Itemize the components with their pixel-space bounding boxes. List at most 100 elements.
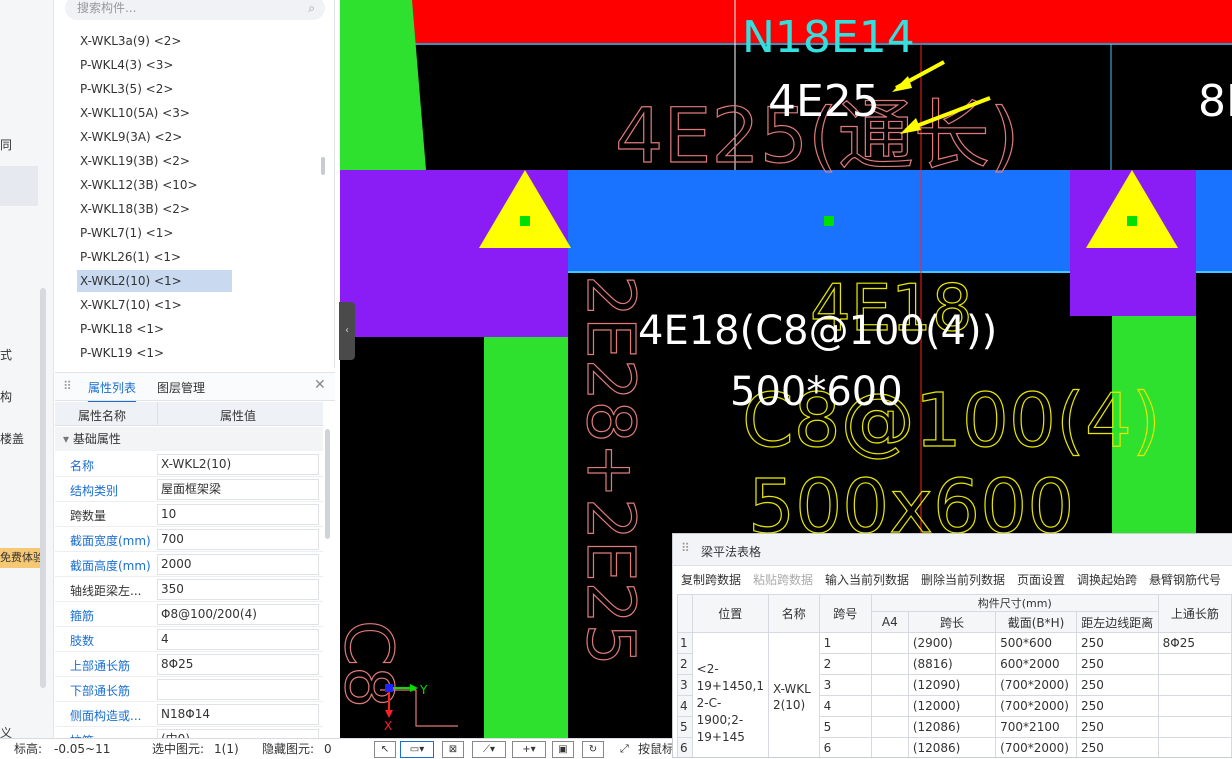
mouse-mode-icon[interactable]: ⤢	[620, 739, 629, 759]
distance-cell[interactable]: 250	[1075, 632, 1159, 654]
section-cell[interactable]: (700*2000)	[995, 674, 1077, 696]
position-cell[interactable]: <2-19+1450,1 2-C-1900;2-19+145	[691, 632, 769, 757]
label-right-rebar[interactable]: 8E	[1198, 76, 1232, 127]
tab-properties[interactable]: 属性列表	[88, 379, 137, 403]
property-value-field[interactable]: 350	[157, 579, 319, 600]
drag-handle-icon[interactable]: ⠿	[681, 541, 690, 555]
collapse-panel-button[interactable]: ‹	[339, 302, 355, 360]
span-no-cell[interactable]: 1	[818, 632, 872, 654]
label-side-rebar[interactable]: N18E14	[742, 12, 915, 63]
search-icon[interactable]: ⌕	[308, 0, 315, 20]
top-bar-cell[interactable]	[1157, 695, 1232, 717]
span-no-cell[interactable]: 3	[818, 674, 872, 696]
component-list-item[interactable]: P-WKL7(1) <1>	[77, 222, 232, 244]
left-nav-selected-item[interactable]	[0, 166, 38, 206]
layer-tool-icon[interactable]: ▣	[552, 741, 574, 758]
top-bar-cell[interactable]: 8Φ25	[1157, 632, 1232, 654]
component-list-item[interactable]: P-WKL18 <1>	[77, 318, 232, 340]
component-list-item[interactable]: X-WKL2(10) <1>	[77, 270, 232, 292]
component-list-item[interactable]: P-WKL4(3) <3>	[77, 54, 232, 76]
distance-cell[interactable]: 250	[1075, 716, 1159, 738]
section-cell[interactable]: (700*2000)	[995, 695, 1077, 717]
component-list-item[interactable]: X-WKL18(3B) <2>	[77, 198, 232, 220]
grip-point[interactable]	[824, 216, 834, 226]
copy-span-button[interactable]: 复制跨数据	[681, 571, 741, 588]
collapse-caret-icon[interactable]: ▾	[63, 432, 69, 446]
select-tool-icon[interactable]: ↖	[374, 741, 396, 758]
span-length-cell[interactable]: (12000)	[907, 695, 997, 717]
label-section-size[interactable]: 500*600	[730, 369, 903, 415]
column-header-span-length[interactable]: 跨长	[907, 611, 997, 633]
a4-cell[interactable]	[870, 695, 909, 717]
label-top-rebar[interactable]: 4E25	[768, 76, 880, 127]
top-bar-cell[interactable]	[1157, 716, 1232, 738]
property-value-field[interactable]: X-WKL2(10)	[157, 454, 319, 475]
section-cell[interactable]: 500*600	[995, 632, 1077, 654]
section-cell[interactable]: 700*2100	[995, 716, 1077, 738]
property-value-field[interactable]: 4	[157, 629, 319, 650]
a4-cell[interactable]	[870, 653, 909, 675]
span-length-cell[interactable]: (12090)	[907, 674, 997, 696]
component-list-item[interactable]: X-WKL9(3A) <2>	[77, 126, 232, 148]
span-no-cell[interactable]: 4	[818, 695, 872, 717]
component-list-item[interactable]: P-WKL19 <1>	[77, 342, 232, 364]
component-list-item[interactable]: X-WKL12(3B) <10>	[77, 174, 232, 196]
row-number-cell[interactable]: 5	[677, 716, 693, 738]
span-length-cell[interactable]: (12086)	[907, 737, 997, 757]
top-bar-cell[interactable]	[1157, 737, 1232, 757]
a4-cell[interactable]	[870, 716, 909, 738]
column-header-a4[interactable]: A4	[870, 611, 909, 633]
rotate-tool-icon[interactable]: ↻	[582, 741, 604, 758]
left-nav-label[interactable]: 构	[0, 388, 12, 405]
column-header-size-group[interactable]: 构件尺寸(mm)	[870, 594, 1159, 612]
property-group-basic[interactable]: ▾ 基础属性	[55, 427, 323, 451]
a4-cell[interactable]	[870, 632, 909, 654]
top-bar-cell[interactable]	[1157, 674, 1232, 696]
property-value-field[interactable]: Φ8@100/200(4)	[157, 604, 319, 625]
swap-start-span-button[interactable]: 调换起始跨	[1077, 571, 1137, 588]
distance-cell[interactable]: 250	[1075, 674, 1159, 696]
row-number-cell[interactable]: 2	[677, 653, 693, 675]
cross-select-tool-icon[interactable]: ⊠	[442, 741, 464, 758]
property-value-field[interactable]: 8Φ25	[157, 654, 319, 675]
span-no-cell[interactable]: 2	[818, 653, 872, 675]
section-cell[interactable]: 600*2000	[995, 653, 1077, 675]
distance-cell[interactable]: 250	[1075, 695, 1159, 717]
top-bar-cell[interactable]	[1157, 653, 1232, 675]
trial-badge[interactable]: 免费体验	[0, 548, 40, 568]
column-header-position[interactable]: 位置	[691, 594, 769, 633]
component-list-item[interactable]: X-WKL3a(9) <2>	[77, 30, 232, 52]
component-list-item[interactable]: P-WKL3(5) <2>	[77, 78, 232, 100]
grip-point[interactable]	[520, 216, 530, 226]
column-header-span-no[interactable]: 跨号	[818, 594, 872, 633]
snap-tool-icon[interactable]: +▾	[512, 741, 546, 758]
label-bottom-rebar[interactable]: 4E18(C8@100(4))	[638, 308, 997, 354]
input-column-button[interactable]: 输入当前列数据	[825, 571, 909, 588]
property-value-field[interactable]: 2000	[157, 554, 319, 575]
distance-cell[interactable]: 250	[1075, 737, 1159, 757]
property-value-field[interactable]: N18Φ14	[157, 704, 319, 725]
left-nav-scrollbar[interactable]	[40, 288, 46, 688]
paste-span-button[interactable]: 粘贴跨数据	[753, 571, 813, 588]
mouse-mode-label[interactable]: 按鼠标	[638, 739, 674, 759]
span-length-cell[interactable]: (2900)	[907, 632, 997, 654]
cad-text-vertical-2[interactable]: C8	[340, 619, 408, 708]
span-no-cell[interactable]: 6	[818, 737, 872, 757]
property-value-field[interactable]: 10	[157, 504, 319, 525]
row-number-cell[interactable]: 1	[677, 632, 693, 654]
row-number-cell[interactable]: 3	[677, 674, 693, 696]
span-no-cell[interactable]: 5	[818, 716, 872, 738]
component-list-scrollbar[interactable]	[321, 157, 325, 175]
tab-layers[interactable]: 图层管理	[157, 379, 205, 396]
left-nav-label[interactable]: 楼盖	[0, 430, 24, 447]
component-list-item[interactable]: P-WKL26(1) <1>	[77, 246, 232, 268]
column-header-section[interactable]: 截面(B*H)	[995, 611, 1077, 633]
component-list-item[interactable]: X-WKL10(5A) <3>	[77, 102, 232, 124]
box-select-tool-icon[interactable]: ▭▾	[400, 741, 434, 758]
column-header-distance[interactable]: 距左边线距离	[1075, 611, 1159, 633]
section-cell[interactable]: (700*2000)	[995, 737, 1077, 757]
line-tool-icon[interactable]: ⟋▾	[472, 741, 506, 758]
column-header-name[interactable]: 名称	[767, 594, 820, 633]
close-icon[interactable]: ✕	[314, 377, 326, 393]
component-search-input[interactable]: 搜索构件... ⌕	[65, 0, 325, 20]
